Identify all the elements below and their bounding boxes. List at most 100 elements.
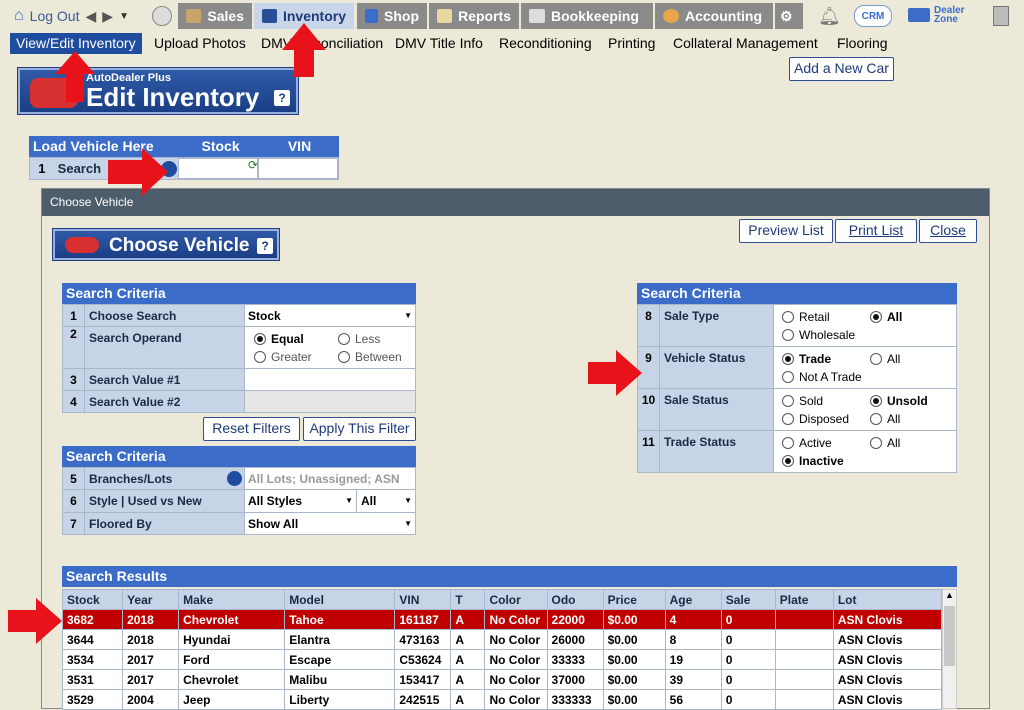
- sale-status-disposed-radio[interactable]: Disposed: [782, 410, 870, 428]
- vehicle-status-all-radio[interactable]: All: [870, 350, 900, 368]
- column-header-sale[interactable]: Sale: [720, 589, 776, 610]
- add-new-car-button[interactable]: Add a New Car: [789, 57, 894, 81]
- trade-status-all-radio[interactable]: All: [870, 434, 900, 452]
- table-row[interactable]: 3531 2017 Chevrolet Malibu 153417 A No Color 37…: [61, 669, 943, 690]
- pie-chart-icon: [663, 9, 679, 23]
- subnav-collateral-management[interactable]: Collateral Management: [667, 33, 824, 54]
- logout-link[interactable]: ⌂ Log Out ◀ ▶ ▼: [14, 3, 129, 29]
- settings-button[interactable]: ⚙: [775, 3, 803, 29]
- column-header-vin[interactable]: VIN: [394, 589, 452, 610]
- column-header-plate[interactable]: Plate: [774, 589, 834, 610]
- subnav-view-edit-inventory[interactable]: View/Edit Inventory: [10, 33, 142, 54]
- table-row[interactable]: 3534 2017 Ford Escape C53624 A No Color 33333 $0…: [61, 649, 943, 670]
- chevron-down-icon[interactable]: ▼: [119, 11, 129, 22]
- reset-filters-button[interactable]: Reset Filters: [203, 417, 300, 441]
- stock-input[interactable]: [178, 158, 258, 179]
- table-cell: 0: [720, 669, 776, 690]
- book-icon: [529, 9, 545, 23]
- sale-type-wholesale-radio[interactable]: Wholesale: [782, 326, 956, 344]
- table-cell: A: [450, 689, 486, 710]
- table-cell: 33333: [546, 649, 604, 670]
- operand-equal-radio[interactable]: Equal: [248, 330, 338, 348]
- refresh-icon[interactable]: ⟳: [248, 158, 258, 172]
- tab-shop[interactable]: Shop: [357, 3, 427, 29]
- table-cell: Tahoe: [284, 609, 396, 630]
- table-cell: 3644: [61, 629, 124, 650]
- table-row[interactable]: 3529 2004 Jeep Liberty 242515 A No Color 333333…: [61, 689, 943, 710]
- table-row[interactable]: 3644 2018 Hyundai Elantra 473163 A No Color 260…: [61, 629, 943, 650]
- table-cell: 56: [664, 689, 722, 710]
- sale-status-sold-radio[interactable]: Sold: [782, 392, 870, 410]
- used-new-select[interactable]: All ▼: [357, 490, 415, 512]
- operand-greater-radio[interactable]: Greater: [248, 348, 338, 366]
- table-cell: 26000: [546, 629, 604, 650]
- vin-input[interactable]: [258, 158, 338, 179]
- search-value-1-input[interactable]: [244, 368, 416, 391]
- vehicle-status-not-trade-radio[interactable]: Not A Trade: [782, 368, 956, 386]
- table-row[interactable]: 3682 2018 Chevrolet Tahoe 161187 A No Color 220…: [61, 609, 943, 630]
- column-header-age[interactable]: Age: [664, 589, 722, 610]
- sale-status-unsold-radio[interactable]: Unsold: [870, 392, 928, 410]
- scroll-up-icon[interactable]: ▲: [943, 590, 956, 600]
- search-go-icon[interactable]: [161, 161, 177, 177]
- apply-filter-button[interactable]: Apply This Filter: [303, 417, 416, 441]
- tab-sales[interactable]: Sales: [178, 3, 252, 29]
- sale-type-all-radio[interactable]: All: [870, 308, 902, 326]
- operand-between-radio[interactable]: Between: [338, 348, 402, 366]
- top-nav: ⌂ Log Out ◀ ▶ ▼ Sales Inventory Shop Rep…: [0, 0, 1024, 33]
- support-icon[interactable]: [152, 6, 172, 26]
- column-header-color[interactable]: Color: [484, 589, 548, 610]
- column-header-t[interactable]: T: [450, 589, 486, 610]
- trade-status-active-radio[interactable]: Active: [782, 434, 870, 452]
- subnav-printing[interactable]: Printing: [602, 33, 661, 54]
- results-scrollbar[interactable]: ▲: [942, 589, 957, 709]
- column-header-model[interactable]: Model: [284, 589, 396, 610]
- bell-icon[interactable]: 🔔︎: [818, 6, 841, 27]
- sale-status-all-radio[interactable]: All: [870, 410, 900, 428]
- subnav-flooring[interactable]: Flooring: [831, 33, 894, 54]
- column-header-odo[interactable]: Odo: [546, 589, 604, 610]
- style-select[interactable]: All Styles ▼: [245, 490, 357, 512]
- tab-reports[interactable]: Reports: [429, 3, 519, 29]
- preview-list-button[interactable]: Preview List: [739, 219, 833, 243]
- back-arrow-icon[interactable]: ◀: [86, 8, 97, 25]
- search-criteria-table: 8 Sale Type Retail All Wholesale 9 Vehicle …: [637, 304, 957, 473]
- forward-arrow-icon[interactable]: ▶: [102, 8, 113, 25]
- vehicle-status-trade-radio[interactable]: Trade: [782, 350, 870, 368]
- subnav-dmv-reconciliation[interactable]: DMV Reconciliation: [255, 33, 389, 54]
- search-value-2-input[interactable]: [244, 390, 416, 413]
- column-header-year[interactable]: Year: [122, 589, 180, 610]
- tab-inventory[interactable]: Inventory: [254, 3, 354, 29]
- crm-button[interactable]: CRM: [854, 5, 892, 27]
- subnav-upload-photos[interactable]: Upload Photos: [148, 33, 252, 54]
- table-cell: $0.00: [602, 669, 666, 690]
- table-cell: $0.00: [602, 629, 666, 650]
- subnav-reconditioning[interactable]: Reconditioning: [493, 33, 598, 54]
- close-button[interactable]: Close: [919, 219, 977, 243]
- car-icon: [65, 237, 99, 253]
- operand-less-radio[interactable]: Less: [338, 330, 380, 348]
- search-criteria-header: Search Criteria: [62, 446, 416, 467]
- column-header-stock[interactable]: Stock: [61, 589, 124, 610]
- table-cell: $0.00: [602, 689, 666, 710]
- branches-lots-field[interactable]: All Lots; Unassigned; ASN: [244, 467, 416, 490]
- help-icon[interactable]: ?: [257, 238, 273, 254]
- subnav-dmv-title-info[interactable]: DMV Title Info: [389, 33, 489, 54]
- column-header-price[interactable]: Price: [602, 589, 666, 610]
- sale-type-retail-radio[interactable]: Retail: [782, 308, 870, 326]
- choose-search-select[interactable]: Stock ▼: [244, 304, 416, 327]
- floored-by-select[interactable]: Show All ▼: [244, 512, 416, 535]
- tab-accounting[interactable]: Accounting: [655, 3, 773, 29]
- calculator-icon[interactable]: [993, 6, 1009, 26]
- search-criteria-table: 1 Choose Search Stock ▼ 2 Search Operand Eq…: [62, 304, 416, 413]
- column-header-make[interactable]: Make: [178, 589, 286, 610]
- dealer-zone-link[interactable]: Dealer Zone: [908, 6, 970, 25]
- tab-bookkeeping[interactable]: Bookkeeping: [521, 3, 653, 29]
- help-icon[interactable]: ?: [274, 90, 290, 106]
- table-cell: 0: [720, 649, 776, 670]
- trade-status-inactive-radio[interactable]: Inactive: [782, 452, 956, 470]
- print-list-button[interactable]: Print List: [835, 219, 917, 243]
- column-header-lot[interactable]: Lot: [832, 589, 943, 610]
- scroll-thumb[interactable]: [944, 606, 955, 666]
- branch-picker-icon[interactable]: [227, 471, 242, 486]
